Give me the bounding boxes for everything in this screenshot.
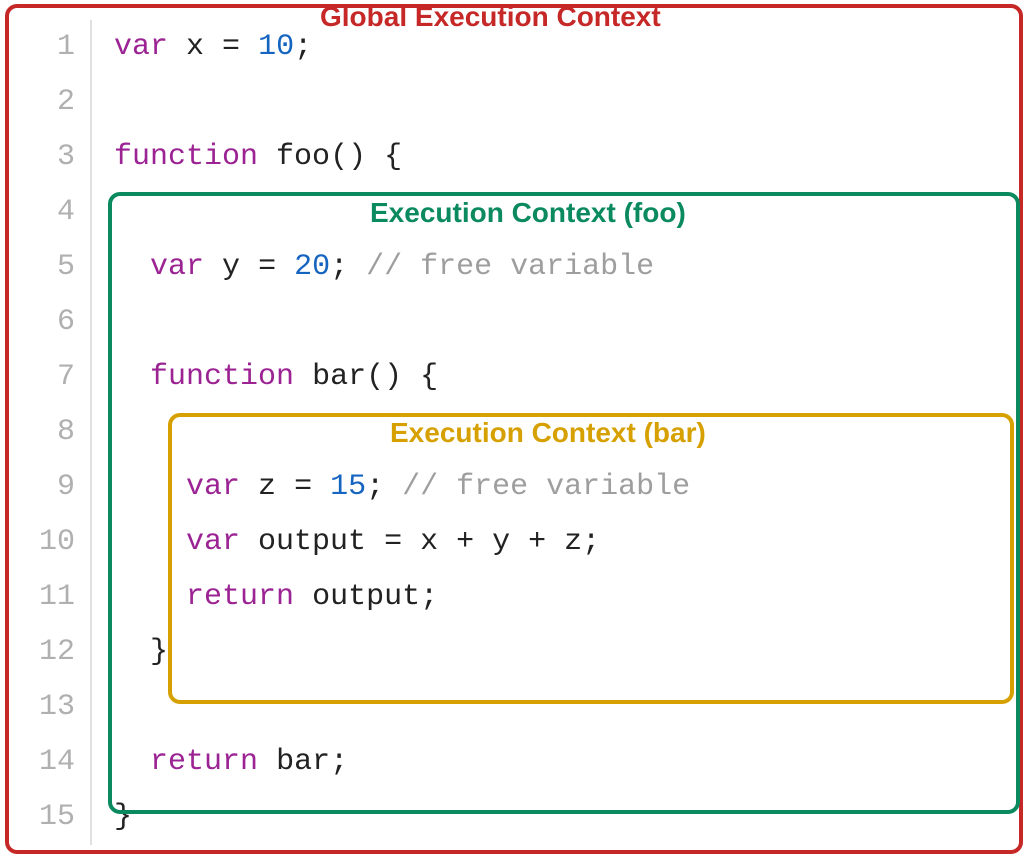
code-line [114, 75, 690, 130]
code-line: } [114, 625, 690, 680]
line-number: 11 [15, 570, 75, 625]
code-line: return output; [114, 570, 690, 625]
line-number: 13 [15, 680, 75, 735]
code-line: var output = x + y + z; [114, 515, 690, 570]
line-number: 8 [15, 405, 75, 460]
code-line: var x = 10; [114, 20, 690, 75]
line-number: 15 [15, 790, 75, 845]
code-line: function bar() { [114, 350, 690, 405]
code-block: 123456789101112131415 var x = 10; functi… [15, 20, 690, 845]
line-number: 5 [15, 240, 75, 295]
diagram-canvas: 123456789101112131415 var x = 10; functi… [0, 0, 1024, 850]
code-line: var y = 20; // free variable [114, 240, 690, 295]
code-line [114, 295, 690, 350]
line-number: 14 [15, 735, 75, 790]
code-line [114, 185, 690, 240]
line-number: 7 [15, 350, 75, 405]
code-line: var z = 15; // free variable [114, 460, 690, 515]
line-number: 12 [15, 625, 75, 680]
code-line [114, 405, 690, 460]
line-number: 10 [15, 515, 75, 570]
line-number: 2 [15, 75, 75, 130]
line-number: 1 [15, 20, 75, 75]
line-number-gutter: 123456789101112131415 [15, 20, 90, 845]
line-number: 6 [15, 295, 75, 350]
code-line [114, 680, 690, 735]
line-number: 9 [15, 460, 75, 515]
line-number: 3 [15, 130, 75, 185]
code-line: } [114, 790, 690, 845]
code-text: var x = 10; function foo() { var y = 20;… [114, 20, 690, 845]
code-line: function foo() { [114, 130, 690, 185]
line-number: 4 [15, 185, 75, 240]
gutter-divider [90, 20, 92, 845]
code-line: return bar; [114, 735, 690, 790]
